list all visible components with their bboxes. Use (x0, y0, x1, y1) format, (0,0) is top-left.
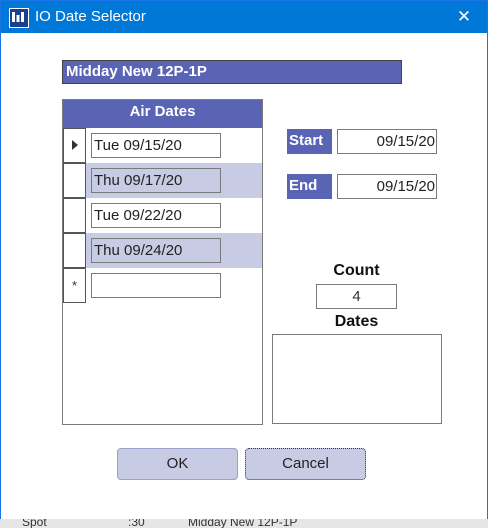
start-date-field[interactable]: 09/15/20 (337, 129, 437, 154)
cancel-button[interactable]: Cancel (245, 448, 366, 480)
end-date-field[interactable]: 09/15/20 (337, 174, 437, 199)
air-date-cell[interactable]: Tue 09/22/20 (91, 203, 221, 228)
dates-list[interactable] (272, 334, 442, 424)
current-row-arrow-icon (71, 140, 78, 150)
air-date-cell[interactable]: Thu 09/17/20 (91, 168, 221, 193)
window-title: IO Date Selector (35, 8, 146, 25)
background-cell: :30 (128, 519, 145, 528)
grid-header-air-dates: Air Dates (63, 100, 262, 128)
end-label: End (287, 174, 332, 199)
row-selector[interactable] (63, 128, 86, 163)
row-selector[interactable] (63, 163, 86, 198)
close-button[interactable]: ✕ (441, 1, 487, 33)
air-date-cell[interactable]: Tue 09/15/20 (91, 133, 221, 158)
table-row[interactable]: Thu 09/17/20 (63, 163, 262, 198)
ok-button[interactable]: OK (117, 448, 238, 480)
count-field[interactable]: 4 (316, 284, 397, 309)
table-row[interactable]: Tue 09/15/20 (63, 128, 262, 163)
io-date-selector-window: IO Date Selector ✕ Midday New 12P-1P Air… (0, 0, 488, 520)
start-label: Start (287, 129, 332, 154)
new-air-date-input[interactable] (91, 273, 221, 298)
table-row[interactable]: Thu 09/24/20 (63, 233, 262, 268)
row-selector[interactable] (63, 198, 86, 233)
background-cell: Midday New 12P-1P (188, 519, 298, 528)
background-form-strip: Spot :30 Midday New 12P-1P (0, 519, 488, 528)
row-selector[interactable] (63, 233, 86, 268)
table-row[interactable]: Tue 09/22/20 (63, 198, 262, 233)
title-bar[interactable]: IO Date Selector ✕ (1, 1, 487, 33)
count-label: Count (333, 262, 380, 279)
air-date-cell[interactable]: Thu 09/24/20 (91, 238, 221, 263)
air-dates-grid: Air Dates Tue 09/15/20 Thu 09/17/20 Tue … (62, 99, 263, 425)
new-record-selector[interactable]: * (63, 268, 86, 303)
new-record-row[interactable]: * (63, 268, 262, 303)
close-icon: ✕ (456, 7, 472, 26)
program-name-bar: Midday New 12P-1P (62, 60, 402, 84)
dates-label: Dates (334, 313, 379, 330)
background-cell: Spot (22, 519, 47, 528)
app-icon (9, 8, 29, 28)
